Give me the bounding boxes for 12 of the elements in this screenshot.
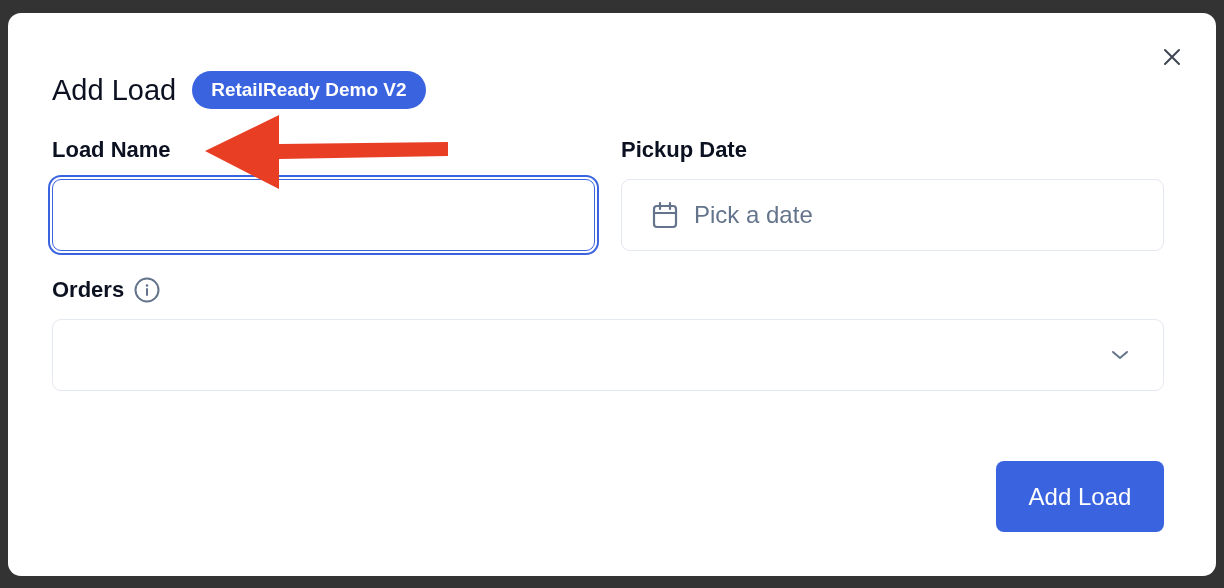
field-label: Pickup Date — [621, 137, 747, 163]
calendar-icon — [652, 201, 678, 229]
date-picker-field[interactable]: Pick a date — [621, 179, 1164, 251]
info-icon[interactable] — [134, 277, 161, 303]
dialog-title: Add Load — [52, 73, 177, 107]
field-label: Orders — [52, 277, 125, 303]
load-name-field[interactable] — [52, 179, 595, 251]
chevron-down-icon — [1111, 350, 1129, 360]
field-label: Load Name — [52, 137, 171, 163]
workspace-badge: RetailReady Demo V2 — [192, 71, 426, 109]
add-load-button[interactable]: Add Load — [996, 461, 1164, 532]
close-icon[interactable] — [1162, 47, 1182, 67]
